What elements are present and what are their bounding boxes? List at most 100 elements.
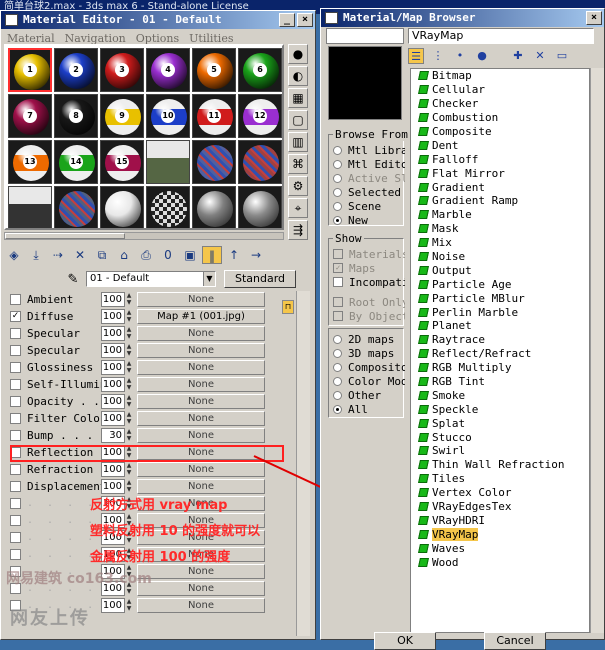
map-list-item[interactable]: Smoke — [411, 388, 589, 402]
checkbox-option[interactable]: Root Only — [333, 295, 405, 309]
go-forward-sibling-icon[interactable]: → — [246, 246, 266, 264]
material-effects-channel-icon[interactable]: 0 — [158, 246, 178, 264]
spinner-arrows-icon[interactable]: ▲ ▼ — [125, 309, 133, 324]
map-amount-field[interactable]: 100 — [101, 292, 125, 307]
map-enable-checkbox[interactable] — [10, 413, 21, 424]
map-enable-checkbox[interactable] — [10, 328, 21, 339]
map-enable-checkbox[interactable] — [10, 345, 21, 356]
material-type-button[interactable]: Standard — [224, 270, 296, 288]
map-list-item[interactable]: Reflect/Refract — [411, 347, 589, 361]
put-to-library-icon[interactable]: ⎙ — [136, 246, 156, 264]
scroll-thumb[interactable] — [5, 233, 125, 239]
map-slot-button[interactable]: None — [137, 598, 265, 613]
spinner-arrows-icon[interactable]: ▲ ▼ — [125, 377, 133, 392]
map-list-item[interactable]: Perlin Marble — [411, 305, 589, 319]
map-slot-button[interactable]: None — [137, 428, 265, 443]
radio-button[interactable] — [333, 390, 342, 400]
menu-material[interactable]: Material — [7, 32, 55, 45]
radio-button[interactable] — [333, 187, 342, 197]
radio-option[interactable]: All — [333, 402, 405, 416]
sample-slot[interactable] — [192, 140, 236, 184]
sample-slot[interactable]: 3 — [100, 48, 144, 92]
sample-slot[interactable]: 5 — [192, 48, 236, 92]
sample-slot[interactable] — [8, 186, 52, 228]
radio-button[interactable] — [333, 159, 342, 169]
map-amount-field[interactable]: 100 — [101, 411, 125, 426]
view-small-icons-icon[interactable]: • — [452, 48, 468, 64]
radio-button[interactable] — [333, 334, 342, 344]
map-slot-button[interactable]: None — [137, 343, 265, 358]
map-list-item[interactable]: RGB Tint — [411, 375, 589, 389]
sample-slot[interactable] — [192, 186, 236, 228]
get-material-icon[interactable]: ◈ — [4, 246, 24, 264]
map-enable-checkbox[interactable] — [10, 362, 21, 373]
sample-slot[interactable]: 1 — [8, 48, 52, 92]
checkbox[interactable] — [333, 311, 343, 321]
map-slot-button[interactable]: None — [137, 411, 265, 426]
spinner-arrows-icon[interactable]: ▲ ▼ — [125, 428, 133, 443]
browser-vertical-scrollbar[interactable] — [590, 68, 604, 633]
slots-horizontal-scrollbar[interactable] — [4, 232, 284, 240]
radio-option[interactable]: Selected — [333, 185, 405, 199]
checkbox-option[interactable]: Materials — [333, 247, 405, 261]
map-list-item[interactable]: VRayMap — [411, 527, 589, 541]
spinner-arrows-icon[interactable]: ▲ ▼ — [125, 479, 133, 494]
select-by-material-icon[interactable]: ⌖ — [288, 198, 308, 218]
reset-map-icon[interactable]: ✕ — [70, 246, 90, 264]
radio-option[interactable]: Active Slot — [333, 171, 405, 185]
map-list-item[interactable]: Splat — [411, 416, 589, 430]
map-enable-checkbox[interactable] — [10, 464, 21, 475]
put-to-scene-icon[interactable]: ⤓ — [26, 246, 46, 264]
map-enable-checkbox[interactable] — [10, 481, 21, 492]
delete-icon[interactable]: ✕ — [532, 48, 548, 64]
map-slot-button[interactable]: Map #1 (001.jpg) — [137, 309, 265, 324]
map-list-item[interactable]: Output — [411, 263, 589, 277]
radio-button[interactable] — [333, 348, 342, 358]
map-list-item[interactable]: VRayHDRI — [411, 514, 589, 528]
radio-option[interactable]: Color Mods — [333, 374, 405, 388]
view-large-icons-icon[interactable]: ● — [474, 48, 490, 64]
map-amount-field[interactable]: 100 — [101, 309, 125, 324]
update-scene-icon[interactable]: ✚ — [510, 48, 526, 64]
map-enable-checkbox[interactable] — [10, 379, 21, 390]
map-list-item[interactable]: Gradient — [411, 180, 589, 194]
sample-slot[interactable] — [238, 140, 282, 184]
map-list-item[interactable]: Marble — [411, 208, 589, 222]
editor-vertical-scrollbar[interactable] — [296, 291, 310, 636]
spinner-arrows-icon[interactable]: ▲ ▼ — [125, 360, 133, 375]
map-list-item[interactable]: Particle MBlur — [411, 291, 589, 305]
map-enable-checkbox[interactable] — [10, 532, 21, 543]
close-icon[interactable]: × — [297, 13, 313, 27]
radio-option[interactable]: Scene — [333, 199, 405, 213]
sample-slot[interactable]: 6 — [238, 48, 282, 92]
radio-option[interactable]: Other — [333, 388, 405, 402]
checkbox[interactable] — [333, 249, 343, 259]
map-slot-button[interactable]: None — [137, 377, 265, 392]
ok-button[interactable]: OK — [374, 632, 436, 650]
map-list-item[interactable]: Flat Mirror — [411, 166, 589, 180]
map-list-item[interactable]: Bitmap — [411, 69, 589, 83]
map-slot-button[interactable]: None — [137, 292, 265, 307]
radio-button[interactable] — [333, 376, 342, 386]
radio-option[interactable]: Mtl Editor — [333, 157, 405, 171]
map-list-item[interactable]: Wood — [411, 555, 589, 569]
checkbox[interactable] — [333, 277, 343, 287]
radio-option[interactable]: Compositors — [333, 360, 405, 374]
make-copy-icon[interactable]: ⧉ — [92, 246, 112, 264]
lock-icon[interactable]: ⊓ — [282, 300, 294, 314]
spinner-arrows-icon[interactable]: ▲ ▼ — [125, 462, 133, 477]
browser-search-field[interactable] — [326, 28, 404, 44]
radio-option[interactable]: New — [333, 213, 405, 227]
background-checker-icon[interactable]: ▦ — [288, 88, 308, 108]
map-list-item[interactable]: Mix — [411, 236, 589, 250]
map-enable-checkbox[interactable] — [10, 430, 21, 441]
video-color-check-icon[interactable]: ▥ — [288, 132, 308, 152]
checkbox[interactable] — [333, 297, 343, 307]
radio-button[interactable] — [333, 173, 342, 183]
menu-utilities[interactable]: Utilities — [189, 32, 233, 45]
cancel-button[interactable]: Cancel — [484, 632, 546, 650]
map-slot-button[interactable]: None — [137, 394, 265, 409]
sample-slot[interactable] — [146, 186, 190, 228]
map-amount-field[interactable]: 100 — [101, 479, 125, 494]
spinner-arrows-icon[interactable]: ▲ ▼ — [125, 411, 133, 426]
